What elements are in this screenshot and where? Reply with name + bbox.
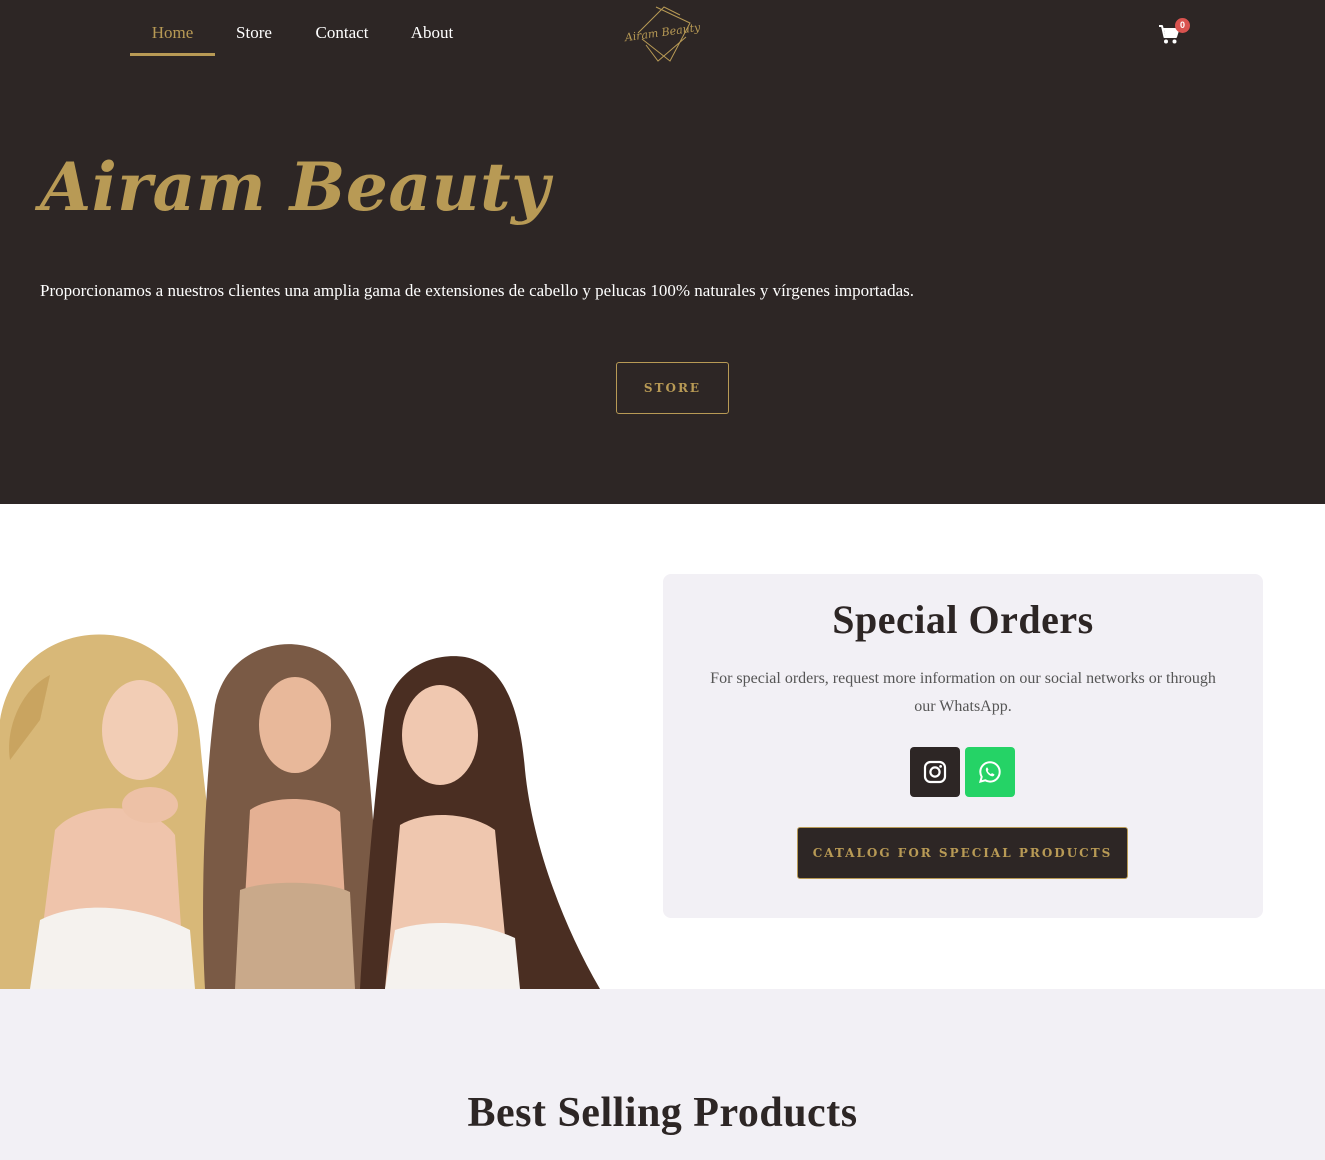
logo[interactable]: Airam Beauty <box>618 3 708 63</box>
instagram-icon <box>923 760 947 784</box>
hero-section: Home Store Contact About Airam Beauty 0 <box>0 0 1325 504</box>
special-orders-text: For special orders, request more informa… <box>710 670 1216 715</box>
instagram-button[interactable] <box>910 747 960 797</box>
nav-home[interactable]: Home <box>130 22 215 56</box>
nav-store[interactable]: Store <box>226 22 282 56</box>
store-button[interactable]: STORE <box>616 362 729 414</box>
cart-button[interactable]: 0 <box>1158 18 1192 48</box>
whatsapp-icon <box>978 761 1001 784</box>
catalog-special-products-button[interactable]: CATALOG FOR SPECIAL PRODUCTS <box>797 827 1128 879</box>
nav-contact[interactable]: Contact <box>303 22 381 56</box>
hero-title: Airam Beauty <box>40 148 550 226</box>
special-orders-title: Special Orders <box>832 597 1094 642</box>
cart-count-badge: 0 <box>1175 18 1190 33</box>
special-orders-card: Special Orders For special orders, reque… <box>663 574 1263 918</box>
logo-text: Airam Beauty <box>623 21 702 45</box>
whatsapp-button[interactable] <box>965 747 1015 797</box>
best-selling-section: Best Selling Products <box>0 989 1325 1160</box>
main-nav: Home Store Contact About Airam Beauty 0 <box>0 0 1325 70</box>
hero-description: Proporcionamos a nuestros clientes una a… <box>40 281 914 300</box>
models-image <box>0 600 610 989</box>
nav-about[interactable]: About <box>400 22 464 56</box>
best-selling-title: Best Selling Products <box>467 1090 858 1136</box>
